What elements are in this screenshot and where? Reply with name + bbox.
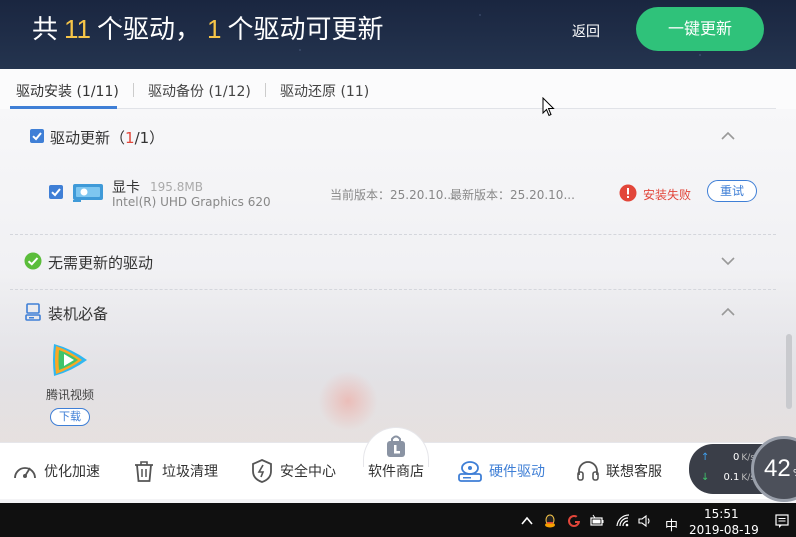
background-sun: [318, 371, 378, 431]
wifi-icon[interactable]: [616, 514, 630, 528]
update-section-checkbox[interactable]: [30, 129, 44, 143]
speedometer-icon: [14, 467, 36, 479]
nav-optimize[interactable]: 优化加速: [12, 458, 100, 484]
check-icon: [32, 132, 42, 141]
upload-arrow-icon: ↑: [701, 452, 710, 463]
nav-software-store[interactable]: 软件商店: [362, 458, 424, 484]
title-prefix: 共: [32, 15, 59, 45]
title-mid: 个驱动，: [97, 15, 202, 45]
count-open-paren: （: [110, 129, 126, 147]
headset-icon: [577, 461, 599, 481]
nav-label: 垃圾清理: [162, 464, 218, 480]
install-status: 安装失败: [643, 188, 692, 202]
count-rest: /1）: [134, 129, 165, 147]
section-divider: [10, 289, 776, 290]
nav-label: 软件商店: [368, 464, 424, 480]
page-title: 共 11 个驱动， 1 个驱动可更新: [32, 9, 384, 46]
download-button[interactable]: 下载: [50, 408, 90, 426]
retry-button[interactable]: 重试: [707, 180, 757, 202]
driver-count: 11: [64, 14, 92, 44]
tab-separator: [133, 83, 134, 97]
computer-icon: [25, 303, 41, 321]
device-size: 195.8MB: [150, 180, 203, 194]
tencent-video-icon[interactable]: [50, 341, 90, 379]
chevron-up-icon[interactable]: [721, 307, 735, 317]
shield-icon: [252, 459, 272, 483]
clock-time[interactable]: 15:51: [704, 507, 739, 521]
app-name: 腾讯视频: [46, 388, 95, 402]
clock-date[interactable]: 2019-08-19: [689, 523, 759, 537]
section-title-no-update: 无需更新的驱动: [48, 254, 154, 272]
memory-percent: 42: [764, 455, 791, 482]
bag-icon[interactable]: [385, 434, 407, 458]
nav-label: 优化加速: [44, 464, 100, 480]
scrollbar-thumb[interactable]: [786, 334, 792, 409]
nav-lenovo-service[interactable]: 联想客服: [576, 458, 662, 484]
section-label: 驱动更新: [50, 129, 111, 147]
check-icon: [51, 188, 61, 197]
check-circle-icon: [24, 252, 42, 270]
nav-security[interactable]: 安全中心: [250, 458, 336, 484]
download-value: 0.1: [723, 472, 740, 483]
count-highlight: 1: [125, 129, 135, 147]
chevron-down-icon[interactable]: [721, 256, 735, 266]
section-title-driver-update: 驱动更新（1/1）: [50, 127, 164, 148]
section-divider: [10, 234, 776, 235]
qq-icon[interactable]: [543, 514, 557, 528]
tab-driver-restore[interactable]: 驱动还原 (11): [280, 81, 369, 101]
tab-bar: [0, 69, 796, 109]
device-name: 显卡: [112, 180, 140, 196]
device-checkbox[interactable]: [49, 185, 63, 199]
upload-value: 0: [733, 452, 740, 463]
graphics-card-icon: [73, 184, 103, 202]
update-all-button[interactable]: 一键更新: [636, 7, 764, 51]
background-landscape: [0, 269, 796, 442]
back-button[interactable]: 返回: [572, 21, 600, 41]
error-icon: [619, 184, 637, 202]
ime-indicator[interactable]: 中: [665, 515, 678, 534]
section-title-essentials: 装机必备: [48, 305, 109, 323]
chevron-up-icon[interactable]: [721, 131, 735, 141]
nav-cleanup[interactable]: 垃圾清理: [132, 458, 218, 484]
download-speed: ↓ 0.1 K/s: [701, 472, 755, 483]
updatable-count: 1: [207, 14, 222, 44]
chevron-up-icon[interactable]: [520, 514, 534, 528]
driver-list-panel: 驱动更新（1/1） 显卡 195.8MB Intel(R) UHD Graphi…: [0, 109, 796, 442]
mouse-cursor-icon: [542, 97, 555, 117]
nav-label: 安全中心: [280, 464, 336, 480]
trash-icon: [135, 461, 153, 482]
header-banner: 共 11 个驱动， 1 个驱动可更新 返回 一键更新: [0, 0, 796, 69]
nav-label: 联想客服: [606, 464, 662, 480]
volume-icon[interactable]: [638, 514, 652, 528]
battery-icon[interactable]: [590, 514, 604, 528]
nav-label: 硬件驱动: [489, 464, 545, 480]
device-model: Intel(R) UHD Graphics 620: [112, 195, 271, 209]
tab-driver-install[interactable]: 驱动安装 (1/11): [16, 81, 119, 101]
nav-hardware-driver[interactable]: 硬件驱动: [457, 458, 545, 484]
windows-taskbar: 中 15:51 2019-08-19: [0, 503, 796, 537]
tab-separator: [265, 83, 266, 97]
app-tray-icon[interactable]: [567, 514, 581, 528]
title-suffix: 个驱动可更新: [227, 15, 384, 45]
notification-icon[interactable]: [775, 514, 789, 528]
download-arrow-icon: ↓: [701, 472, 710, 483]
bottom-nav: 优化加速 垃圾清理 安全中心 软件商店 硬件驱动 联想客服: [0, 427, 796, 499]
tab-driver-backup[interactable]: 驱动备份 (1/12): [148, 81, 251, 101]
latest-version: 最新版本：25.20.10...: [450, 188, 575, 202]
hardware-icon: [458, 461, 482, 482]
upload-speed: ↑ 0 K/s: [701, 452, 755, 463]
current-version: 当前版本：25.20.10...: [330, 188, 455, 202]
